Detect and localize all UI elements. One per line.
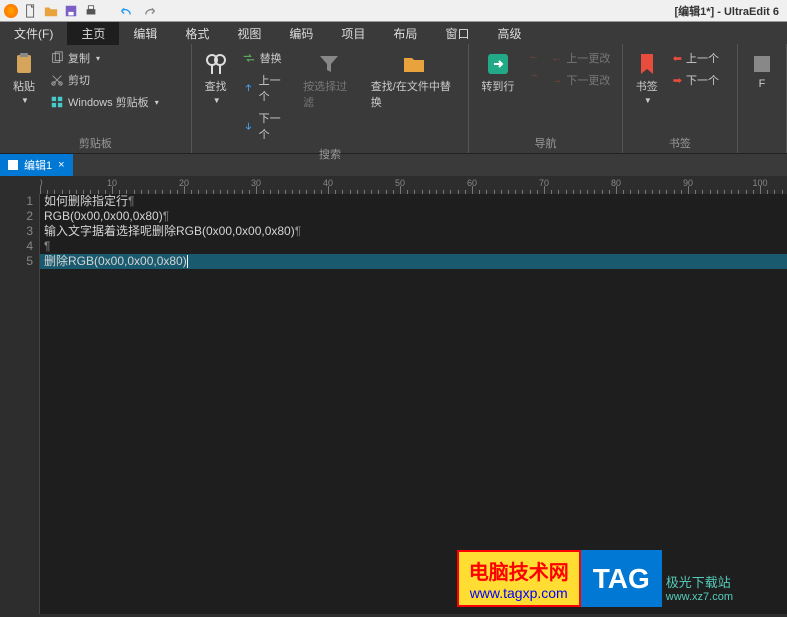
line-number: 3 xyxy=(0,224,33,239)
tab-window[interactable]: 窗口 xyxy=(431,22,483,45)
watermark-left: 电脑技术网 www.tagxp.com xyxy=(457,550,581,607)
tab-format[interactable]: 格式 xyxy=(171,22,223,45)
ribbon-group-clipboard: 粘贴 ▼ 复制▾ 剪切 Windows 剪贴板▾ 剪贴板 xyxy=(0,44,192,153)
print-icon[interactable] xyxy=(84,4,98,18)
ribbon-label-search: 搜索 xyxy=(198,144,463,164)
bookmark-button[interactable]: 书签▼ xyxy=(629,48,665,109)
chevron-down-icon: ▼ xyxy=(21,96,29,105)
bookmark-prev-button[interactable]: ⬅上一个 xyxy=(669,48,723,68)
find-prev-button[interactable]: 上一个 xyxy=(238,70,293,106)
ribbon: 粘贴 ▼ 复制▾ 剪切 Windows 剪贴板▾ 剪贴板 查找▼ 替换 上一个 … xyxy=(0,44,787,154)
app-icon xyxy=(4,4,18,18)
goto-line-button[interactable]: 转到行 xyxy=(475,48,520,98)
tab-file[interactable]: 文件(F) xyxy=(0,22,67,45)
ribbon-label-clipboard: 剪贴板 xyxy=(6,133,185,153)
ribbon-label-bookmark: 书签 xyxy=(629,133,731,153)
ribbon-group-nav: 转到行 ← → ←上一更改 →下一更改 导航 xyxy=(469,44,622,153)
ribbon-group-bookmark: 书签▼ ⬅上一个 ➡下一个 书签 xyxy=(623,44,738,153)
watermark-right: 极光下载站 www.xz7.com xyxy=(662,568,737,607)
undo-icon[interactable] xyxy=(118,4,132,18)
code-line[interactable]: ¶ xyxy=(40,239,787,254)
tab-layout[interactable]: 布局 xyxy=(379,22,431,45)
titlebar: [编辑1*] - UltraEdit 6 xyxy=(0,0,787,22)
watermark-tag: TAG xyxy=(581,550,662,607)
close-tab-button[interactable]: × xyxy=(58,159,64,171)
file-icon xyxy=(8,160,18,170)
quick-access-toolbar xyxy=(24,4,98,18)
window-title: [编辑1*] - UltraEdit 6 xyxy=(674,3,779,19)
code-line[interactable]: RGB(0x00,0x00,0x80)¶ xyxy=(40,209,787,224)
line-number: 5 xyxy=(0,254,33,269)
nav-fwd-button[interactable]: → xyxy=(524,66,543,82)
ribbon-group-search: 查找▼ 替换 上一个 下一个 按选择过滤 查找/在文件中替换 搜索 xyxy=(192,44,470,153)
code-line[interactable]: 如何删除指定行¶ xyxy=(40,194,787,209)
nav-back-button[interactable]: ← xyxy=(524,48,543,64)
new-file-icon[interactable] xyxy=(24,4,38,18)
find-button[interactable]: 查找▼ xyxy=(198,48,234,109)
code-line[interactable]: 输入文字据着选择呢删除RGB(0x00,0x00,0x80)¶ xyxy=(40,224,787,239)
file-tab-edit1[interactable]: 编辑1 × xyxy=(0,154,73,176)
windows-clipboard-button[interactable]: Windows 剪贴板▾ xyxy=(46,92,163,112)
tab-project[interactable]: 项目 xyxy=(327,22,379,45)
line-number: 2 xyxy=(0,209,33,224)
undo-redo-group xyxy=(118,4,158,18)
ruler: 0102030405060708090100 xyxy=(40,176,787,194)
tab-advanced[interactable]: 高级 xyxy=(483,22,535,45)
menu-tabs: 文件(F) 主页 编辑 格式 视图 编码 项目 布局 窗口 高级 xyxy=(0,22,787,44)
more-button[interactable]: F xyxy=(744,48,780,94)
open-folder-icon[interactable] xyxy=(44,4,58,18)
paste-label: 粘贴 xyxy=(13,78,35,94)
tab-view[interactable]: 视图 xyxy=(223,22,275,45)
cut-button[interactable]: 剪切 xyxy=(46,70,163,90)
tab-edit[interactable]: 编辑 xyxy=(119,22,171,45)
save-icon[interactable] xyxy=(64,4,78,18)
redo-icon[interactable] xyxy=(144,4,158,18)
bookmark-next-button[interactable]: ➡下一个 xyxy=(669,70,723,90)
find-next-button[interactable]: 下一个 xyxy=(238,108,293,144)
paste-button[interactable]: 粘贴 ▼ xyxy=(6,48,42,109)
copy-button[interactable]: 复制▾ xyxy=(46,48,163,68)
file-tab-label: 编辑1 xyxy=(24,157,52,173)
line-number: 1 xyxy=(0,194,33,209)
tab-encoding[interactable]: 编码 xyxy=(275,22,327,45)
line-number-gutter: 12345 xyxy=(0,194,40,614)
line-number: 4 xyxy=(0,239,33,254)
code-line[interactable]: 删除RGB(0x00,0x00,0x80) xyxy=(40,254,787,269)
tab-home[interactable]: 主页 xyxy=(67,22,119,45)
replace-button[interactable]: 替换 xyxy=(238,48,293,68)
filter-button[interactable]: 按选择过滤 xyxy=(297,48,361,114)
prev-change-button[interactable]: ←上一更改 xyxy=(547,48,614,68)
next-change-button[interactable]: →下一更改 xyxy=(547,70,614,90)
ribbon-group-more: F xyxy=(738,44,787,153)
ribbon-label-nav: 导航 xyxy=(475,133,615,153)
watermark: 电脑技术网 www.tagxp.com TAG 极光下载站 www.xz7.co… xyxy=(457,550,737,607)
find-in-files-button[interactable]: 查找/在文件中替换 xyxy=(365,48,463,114)
